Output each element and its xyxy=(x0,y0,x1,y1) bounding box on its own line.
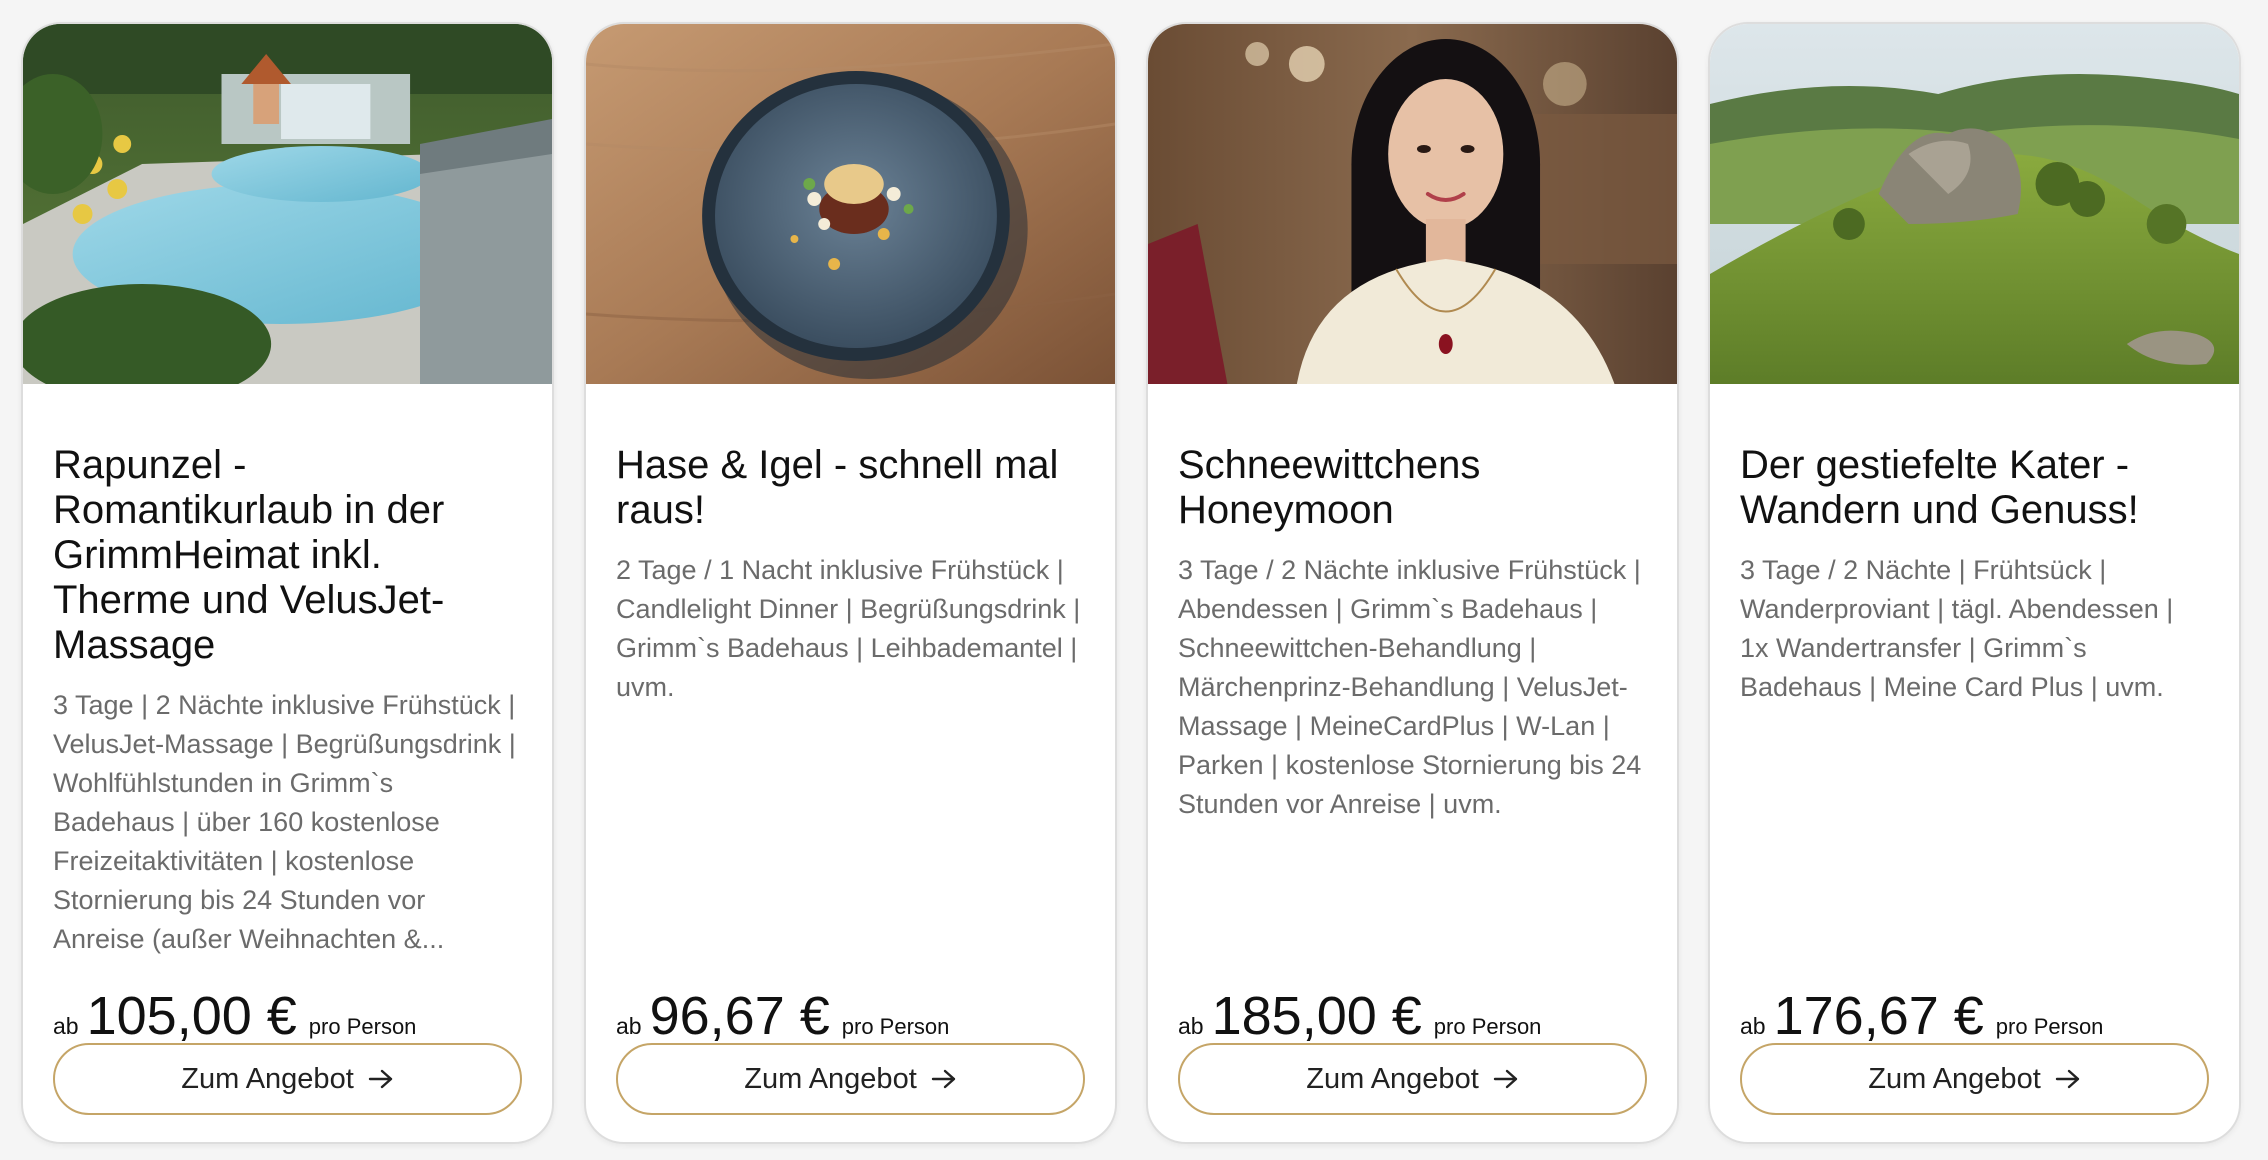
to-offer-button[interactable]: Zum Angebot xyxy=(53,1043,522,1115)
offer-card[interactable]: Schneewittchens Honeymoon 3 Tage / 2 Näc… xyxy=(1146,22,1679,1144)
price-prefix: ab xyxy=(616,1013,642,1039)
offer-description: 3 Tage / 2 Nächte | Frühtsück | Wanderpr… xyxy=(1740,555,2174,702)
offer-title[interactable]: Der gestiefelte Kater - Wandern und Genu… xyxy=(1740,443,2209,533)
price-suffix: pro Person xyxy=(1995,1014,2104,1039)
arrow-right-icon xyxy=(931,1069,955,1089)
price-row: ab 105,00 € pro Person xyxy=(53,986,416,1046)
price-amount: 185,00 € xyxy=(1211,986,1422,1046)
to-offer-button[interactable]: Zum Angebot xyxy=(1740,1043,2209,1115)
offer-card-body: Der gestiefelte Kater - Wandern und Genu… xyxy=(1740,384,2209,707)
offer-card-body: Rapunzel - Romantikurlaub in der GrimmHe… xyxy=(53,384,522,959)
offer-card-grid: Rapunzel - Romantikurlaub in der GrimmHe… xyxy=(0,0,2268,1160)
price-suffix: pro Person xyxy=(1433,1014,1542,1039)
button-label: Zum Angebot xyxy=(1868,1062,2041,1095)
offer-card[interactable]: Rapunzel - Romantikurlaub in der GrimmHe… xyxy=(21,22,554,1144)
price-suffix: pro Person xyxy=(308,1014,417,1039)
price-prefix: ab xyxy=(53,1013,79,1039)
offer-card-body: Schneewittchens Honeymoon 3 Tage / 2 Näc… xyxy=(1178,384,1647,824)
offer-description: 2 Tage / 1 Nacht inklusive Frühstück | C… xyxy=(616,555,1081,702)
offer-card[interactable]: Der gestiefelte Kater - Wandern und Genu… xyxy=(1708,22,2241,1144)
offer-image-landscape[interactable] xyxy=(1710,24,2239,384)
offer-card-body: Hase & Igel - schnell mal raus! 2 Tage /… xyxy=(616,384,1085,707)
arrow-right-icon xyxy=(1493,1069,1517,1089)
offer-description: 3 Tage | 2 Nächte inklusive Frühstück | … xyxy=(53,690,516,954)
offer-image-portrait[interactable] xyxy=(1148,24,1677,384)
offer-card[interactable]: Hase & Igel - schnell mal raus! 2 Tage /… xyxy=(584,22,1117,1144)
offer-image-gourmet-plate[interactable] xyxy=(586,24,1115,384)
to-offer-button[interactable]: Zum Angebot xyxy=(1178,1043,1647,1115)
button-label: Zum Angebot xyxy=(181,1062,354,1095)
arrow-right-icon xyxy=(368,1069,392,1089)
to-offer-button[interactable]: Zum Angebot xyxy=(616,1043,1085,1115)
price-row: ab 176,67 € pro Person xyxy=(1740,986,2103,1046)
price-amount: 96,67 € xyxy=(649,986,830,1046)
price-row: ab 96,67 € pro Person xyxy=(616,986,949,1046)
button-label: Zum Angebot xyxy=(1306,1062,1479,1095)
price-prefix: ab xyxy=(1740,1013,1766,1039)
offer-description: 3 Tage / 2 Nächte inklusive Frühstück | … xyxy=(1178,555,1642,819)
price-row: ab 185,00 € pro Person xyxy=(1178,986,1541,1046)
offer-title[interactable]: Rapunzel - Romantikurlaub in der GrimmHe… xyxy=(53,443,522,668)
offer-title[interactable]: Hase & Igel - schnell mal raus! xyxy=(616,443,1085,533)
price-suffix: pro Person xyxy=(841,1014,950,1039)
price-prefix: ab xyxy=(1178,1013,1204,1039)
arrow-right-icon xyxy=(2055,1069,2079,1089)
price-amount: 105,00 € xyxy=(86,986,297,1046)
offer-title[interactable]: Schneewittchens Honeymoon xyxy=(1178,443,1647,533)
offer-image-thermal-pool[interactable] xyxy=(23,24,552,384)
price-amount: 176,67 € xyxy=(1773,986,1984,1046)
button-label: Zum Angebot xyxy=(744,1062,917,1095)
